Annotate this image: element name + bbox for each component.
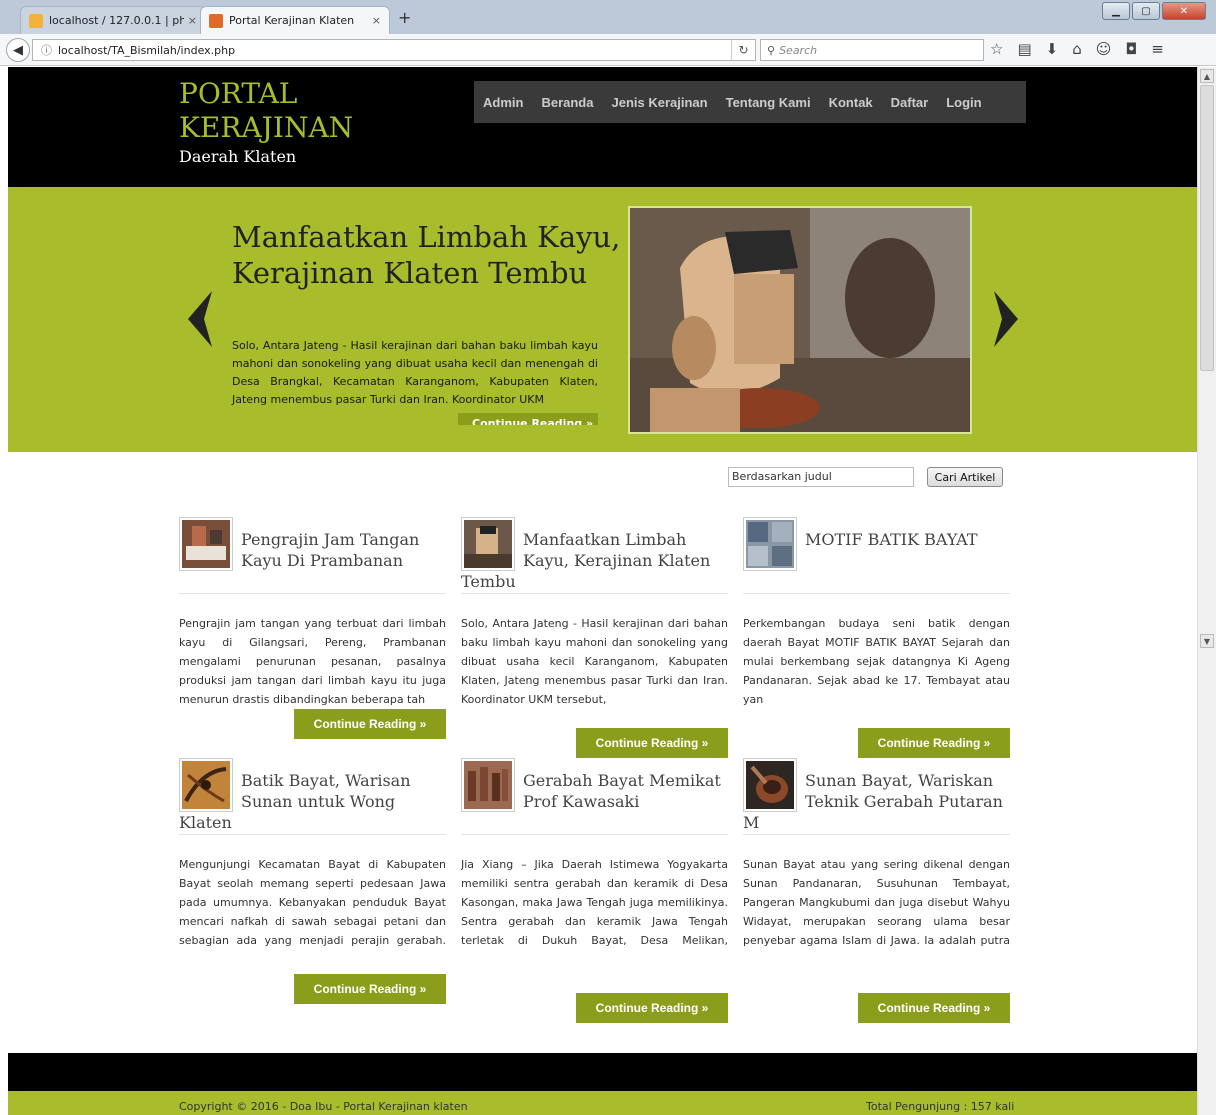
article-search-input[interactable]: Berdasarkan judul bbox=[728, 467, 914, 487]
maximize-button[interactable]: ▢ bbox=[1132, 2, 1160, 20]
footer-band bbox=[8, 1053, 1197, 1091]
tab-phpmyadmin[interactable]: localhost / 127.0.0.1 | php... × bbox=[20, 6, 206, 34]
article-card: Manfaatkan Limbah Kayu, Kerajinan Klaten… bbox=[461, 517, 728, 758]
tab-title: Portal Kerajinan Klaten bbox=[229, 14, 355, 27]
article-thumbnail[interactable] bbox=[743, 517, 797, 571]
article-thumbnail[interactable] bbox=[179, 758, 233, 812]
pocket-icon[interactable]: ◘ bbox=[1125, 40, 1137, 58]
browser-tabbar: localhost / 127.0.0.1 | php... × Portal … bbox=[0, 0, 1216, 34]
article-thumbnail[interactable] bbox=[743, 758, 797, 812]
slide-excerpt: Solo, Antara Jateng - Hasil kerajinan da… bbox=[232, 339, 598, 406]
article-excerpt: Mengunjungi Kecamatan Bayat di Kabupaten… bbox=[179, 858, 446, 947]
site-header: PORTAL KERAJINAN Daerah Klaten Admin Ber… bbox=[8, 67, 1197, 187]
thumbnail-image bbox=[746, 520, 794, 568]
logo-subtitle: Daerah Klaten bbox=[179, 147, 297, 166]
article-excerpt: Pengrajin jam tangan yang terbuat dari l… bbox=[179, 617, 446, 706]
article-card: MOTIF BATIK BAYAT Perkembangan budaya se… bbox=[743, 517, 1010, 758]
reading-list-icon[interactable]: ▤ bbox=[1017, 40, 1031, 58]
continue-reading-button[interactable]: Continue Reading » bbox=[858, 993, 1010, 1023]
search-placeholder: Search bbox=[779, 43, 818, 57]
menu-item-jenis-kerajinan[interactable]: Jenis Kerajinan bbox=[611, 95, 707, 110]
close-tab-icon[interactable]: × bbox=[372, 14, 381, 27]
site-footer: Copyright © 2016 - Doa Ibu - Portal Kera… bbox=[8, 1091, 1197, 1115]
download-icon[interactable]: ⬇ bbox=[1046, 40, 1059, 58]
continue-reading-button[interactable]: Continue Reading » bbox=[576, 728, 728, 758]
back-button[interactable]: ◀ bbox=[6, 38, 30, 62]
continue-reading-button[interactable]: Continue Reading » bbox=[576, 993, 728, 1023]
slide-image[interactable] bbox=[628, 206, 972, 434]
thumbnail-image bbox=[182, 520, 230, 568]
article-card: Pengrajin Jam Tangan Kayu Di Prambanan P… bbox=[179, 517, 446, 739]
menu-icon[interactable]: ≡ bbox=[1151, 40, 1164, 58]
new-tab-button[interactable]: + bbox=[398, 8, 411, 27]
continue-reading-button[interactable]: Continue Reading » bbox=[858, 728, 1010, 758]
browser-navbar: ◀ ⓘ localhost/TA_Bismilah/index.php ↻ ⚲ … bbox=[0, 34, 1216, 66]
search-article-button[interactable]: Cari Artikel bbox=[927, 467, 1003, 487]
menu-item-admin[interactable]: Admin bbox=[483, 95, 523, 110]
article-thumbnail[interactable] bbox=[461, 758, 515, 812]
slide-continue-button[interactable]: Continue Reading » bbox=[458, 413, 598, 425]
window-controls: ▁ ▢ ✕ bbox=[1102, 2, 1206, 20]
article-header: Gerabah Bayat Memikat Prof Kawasaki bbox=[461, 758, 728, 835]
close-window-button[interactable]: ✕ bbox=[1162, 2, 1206, 20]
bookmark-star-icon[interactable]: ☆ bbox=[990, 40, 1003, 58]
reload-icon[interactable]: ↻ bbox=[731, 40, 755, 60]
article-card: Batik Bayat, Warisan Sunan untuk Wong Kl… bbox=[179, 758, 446, 1004]
article-header: Manfaatkan Limbah Kayu, Kerajinan Klaten… bbox=[461, 517, 728, 594]
chat-icon[interactable]: ☺ bbox=[1096, 40, 1112, 58]
scroll-up-arrow-icon[interactable]: ▲ bbox=[1200, 69, 1214, 83]
menu-item-login[interactable]: Login bbox=[946, 95, 981, 110]
home-icon[interactable]: ⌂ bbox=[1072, 40, 1082, 58]
continue-reading-button[interactable]: Continue Reading » bbox=[294, 709, 446, 739]
article-excerpt: Solo, Antara Jateng - Hasil kerajinan da… bbox=[461, 617, 728, 706]
article-excerpt: Jia Xiang – Jika Daerah Istimewa Yogyaka… bbox=[461, 858, 728, 947]
scrollbar-thumb[interactable] bbox=[1200, 85, 1214, 371]
site-favicon-icon bbox=[209, 13, 223, 28]
continue-reading-button[interactable]: Continue Reading » bbox=[294, 974, 446, 1004]
site-logo[interactable]: PORTAL KERAJINAN Daerah Klaten bbox=[179, 77, 353, 167]
wooden-car-photo bbox=[630, 208, 970, 432]
url-bar[interactable]: ⓘ localhost/TA_Bismilah/index.php ↻ bbox=[32, 39, 756, 61]
browser-search-input[interactable]: ⚲ Search bbox=[760, 39, 984, 61]
phpmyadmin-icon bbox=[29, 13, 43, 28]
minimize-button[interactable]: ▁ bbox=[1102, 2, 1130, 20]
article-card: Gerabah Bayat Memikat Prof Kawasaki Jia … bbox=[461, 758, 728, 1023]
article-card: Sunan Bayat, Wariskan Teknik Gerabah Put… bbox=[743, 758, 1010, 1023]
info-icon[interactable]: ⓘ bbox=[41, 42, 52, 58]
search-icon: ⚲ bbox=[767, 43, 776, 57]
menu-item-beranda[interactable]: Beranda bbox=[541, 95, 593, 110]
article-excerpt: Perkembangan budaya seni batik dengan da… bbox=[743, 617, 1010, 706]
page-scrollbar[interactable]: ▲ ▼ bbox=[1197, 67, 1216, 1115]
logo-line-1: PORTAL bbox=[179, 77, 298, 110]
url-text: localhost/TA_Bismilah/index.php bbox=[58, 43, 236, 57]
thumbnail-image bbox=[464, 761, 512, 809]
scroll-down-arrow-icon[interactable]: ▼ bbox=[1200, 634, 1214, 648]
thumbnail-image bbox=[464, 520, 512, 568]
article-excerpt: Sunan Bayat atau yang sering dikenal den… bbox=[743, 858, 1010, 947]
article-thumbnail[interactable] bbox=[461, 517, 515, 571]
slide-title[interactable]: Manfaatkan Limbah Kayu, Kerajinan Klaten… bbox=[232, 219, 622, 291]
menu-item-tentang-kami[interactable]: Tentang Kami bbox=[726, 95, 811, 110]
copyright-text: Copyright © 2016 - Doa Ibu - Portal Kera… bbox=[179, 1100, 468, 1113]
page-viewport: PORTAL KERAJINAN Daerah Klaten Admin Ber… bbox=[8, 67, 1197, 1115]
main-menu: Admin Beranda Jenis Kerajinan Tentang Ka… bbox=[474, 81, 1026, 123]
thumbnail-image bbox=[746, 761, 794, 809]
article-header: Pengrajin Jam Tangan Kayu Di Prambanan bbox=[179, 517, 446, 594]
slider-prev-arrow-icon[interactable] bbox=[182, 289, 218, 349]
slider-next-arrow-icon[interactable] bbox=[988, 289, 1024, 349]
close-tab-icon[interactable]: × bbox=[188, 14, 197, 27]
menu-item-kontak[interactable]: Kontak bbox=[829, 95, 873, 110]
toolbar-icons: ☆ ▤ ⬇ ⌂ ☺ ◘ ≡ bbox=[990, 40, 1164, 58]
article-thumbnail[interactable] bbox=[179, 517, 233, 571]
tab-title: localhost / 127.0.0.1 | php... bbox=[49, 14, 184, 27]
tab-portal[interactable]: Portal Kerajinan Klaten × bbox=[200, 6, 390, 34]
article-header: Batik Bayat, Warisan Sunan untuk Wong Kl… bbox=[179, 758, 446, 835]
logo-line-2: KERAJINAN bbox=[179, 111, 354, 144]
visitor-counter: Total Pengunjung : 157 kali bbox=[866, 1100, 1015, 1113]
menu-item-daftar[interactable]: Daftar bbox=[891, 95, 929, 110]
article-header: MOTIF BATIK BAYAT bbox=[743, 517, 1010, 594]
featured-slider: Manfaatkan Limbah Kayu, Kerajinan Klaten… bbox=[8, 187, 1197, 452]
article-header: Sunan Bayat, Wariskan Teknik Gerabah Put… bbox=[743, 758, 1010, 835]
thumbnail-image bbox=[182, 761, 230, 809]
